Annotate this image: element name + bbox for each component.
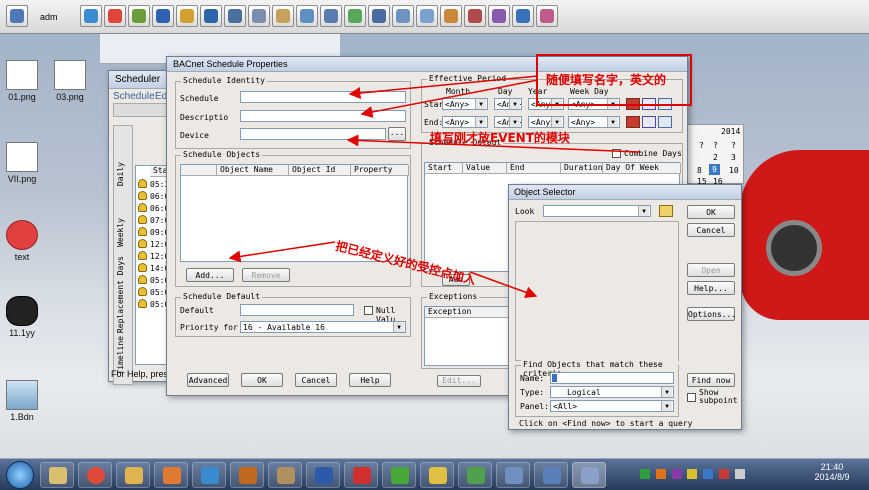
- taskbar-app[interactable]: [458, 462, 492, 488]
- taskbar-app[interactable]: [344, 462, 378, 488]
- arrow-to-add: [228, 241, 336, 263]
- volume-icon[interactable]: [734, 469, 745, 479]
- taskbar-app[interactable]: [534, 462, 568, 488]
- tray-icon[interactable]: [718, 469, 729, 479]
- taskbar-app[interactable]: [420, 462, 454, 488]
- clock-time: 21:40: [820, 462, 844, 472]
- annotation-name-hint: 随便填写名字，英文的: [546, 73, 667, 87]
- taskbar: 21:40 2014/8/9: [0, 458, 869, 490]
- taskbar-app[interactable]: [496, 462, 530, 488]
- clock-date: 2014/8/9: [814, 472, 850, 482]
- system-tray[interactable]: [640, 469, 780, 481]
- taskbar-app[interactable]: [230, 462, 264, 488]
- taskbar-active-app[interactable]: [572, 462, 606, 488]
- tray-icon[interactable]: [687, 469, 698, 479]
- taskbar-app[interactable]: [154, 462, 188, 488]
- tray-icon[interactable]: [703, 469, 714, 479]
- start-button-icon[interactable]: [6, 461, 34, 489]
- taskbar-app[interactable]: [268, 462, 302, 488]
- annotation-arrows: [228, 75, 641, 299]
- taskbar-app[interactable]: [382, 462, 416, 488]
- tray-icon[interactable]: [671, 469, 682, 479]
- annotation-device-hint: 填写刚才放EVENT的模块: [430, 131, 570, 145]
- arrow-to-selector: [469, 271, 538, 299]
- taskbar-app[interactable]: [40, 462, 74, 488]
- taskbar-app[interactable]: [192, 462, 226, 488]
- tray-icon[interactable]: [640, 469, 650, 479]
- tray-icon[interactable]: [655, 469, 666, 479]
- taskbar-word-icon[interactable]: [306, 462, 340, 488]
- taskbar-chrome-icon[interactable]: [78, 462, 112, 488]
- clock[interactable]: 21:40 2014/8/9: [812, 462, 852, 482]
- taskbar-folder-icon[interactable]: [116, 462, 150, 488]
